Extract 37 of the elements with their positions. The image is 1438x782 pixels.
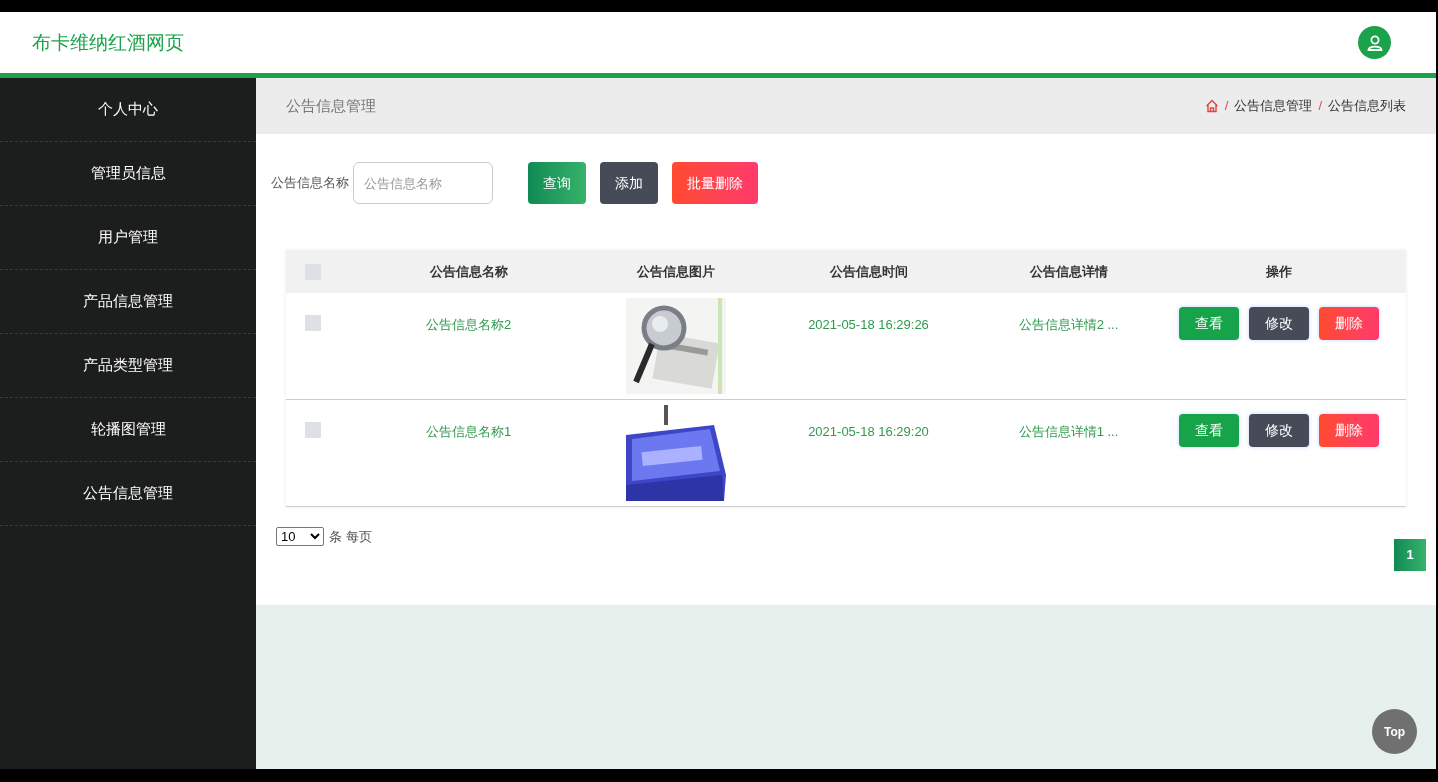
toolbar-button[interactable]: 添加 (600, 162, 658, 204)
sidebar-item[interactable]: 轮播图管理 (90, 418, 166, 441)
sidebar-item[interactable]: 产品信息管理 (83, 290, 173, 313)
toolbar-button[interactable]: 查询 (528, 162, 586, 204)
sidebar-item[interactable]: 公告信息管理 (83, 482, 173, 505)
checkbox[interactable] (305, 422, 321, 438)
sidebar-item[interactable]: 用户管理 (98, 226, 158, 249)
table-cell-text: 公告信息名称2 (425, 316, 512, 334)
page-title: 公告信息管理 (286, 95, 376, 116)
table-cell-text: 公告信息详情2 ... (1018, 316, 1119, 334)
table-cell-text: 2021-05-18 16:29:20 (808, 423, 929, 441)
table-cell-text: 公告信息名称1 (425, 423, 512, 441)
row-action-button[interactable]: 修改 (1248, 307, 1309, 340)
breadcrumb-item[interactable]: 公告信息列表 (1328, 96, 1406, 116)
breadcrumb-separator: / (1318, 97, 1322, 116)
sidebar-item[interactable]: 管理员信息 (90, 162, 166, 185)
breadcrumb-item[interactable]: 公告信息管理 (1234, 96, 1313, 116)
sidebar-item[interactable]: 产品类型管理 (83, 354, 173, 377)
column-header: 公告信息图片 (637, 262, 715, 281)
home-icon[interactable] (1204, 99, 1219, 113)
sidebar-item[interactable]: 个人中心 (98, 98, 158, 121)
site-title: 布卡维纳红酒网页 (32, 30, 184, 56)
search-label: 公告信息名称 (271, 174, 349, 193)
back-to-top-button[interactable]: Top (1372, 709, 1417, 754)
table-cell-text: 公告信息详情1 ... (1018, 423, 1119, 441)
user-icon[interactable] (1358, 26, 1391, 59)
table-cell-text: 2021-05-18 16:29:26 (808, 316, 929, 334)
row-action-button[interactable]: 修改 (1248, 414, 1309, 447)
breadcrumb-separator: / (1224, 97, 1229, 116)
column-header: 公告信息详情 (1029, 262, 1108, 281)
page-size-label: 条 每页 (329, 528, 372, 546)
checkbox[interactable] (305, 315, 321, 331)
column-header: 操作 (1265, 262, 1292, 281)
column-header: 公告信息时间 (829, 262, 908, 281)
column-header: 公告信息名称 (429, 262, 508, 281)
search-field[interactable]: 公告信息名称 (353, 162, 493, 204)
page-size-select[interactable]: 10 (276, 527, 324, 547)
